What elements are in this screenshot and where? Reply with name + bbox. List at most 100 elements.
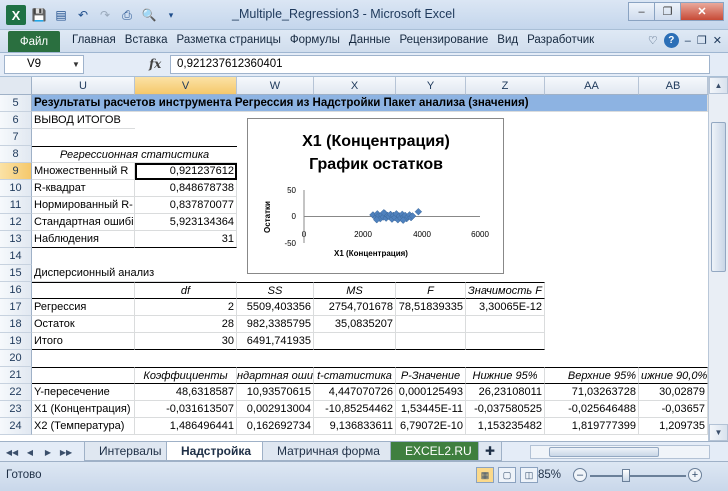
scroll-down-icon[interactable]: ▼ <box>709 424 728 441</box>
column-header-u[interactable]: U <box>32 77 135 95</box>
vertical-scrollbar[interactable]: ▲ ▼ <box>708 77 728 441</box>
coef-value[interactable]: 26,23108011 <box>466 384 545 401</box>
anova-header[interactable]: MS <box>314 282 396 299</box>
column-header-x[interactable]: X <box>314 77 396 95</box>
print-preview-icon[interactable]: ▤ <box>52 6 70 24</box>
row-header[interactable]: 19 <box>0 333 32 350</box>
tab-home[interactable]: Главная <box>72 34 116 46</box>
minimize-ribbon-icon[interactable]: ♡ <box>648 34 658 47</box>
anova-value[interactable] <box>396 333 466 350</box>
coef-header[interactable]: андартная ошиб <box>237 367 314 384</box>
page-break-view-icon[interactable]: ◫ <box>520 467 538 483</box>
help-icon[interactable]: ? <box>663 33 679 48</box>
coef-value[interactable]: 10,93570615 <box>237 384 314 401</box>
tab-developer[interactable]: Разработчик <box>527 34 594 46</box>
anova-label[interactable]: Регрессия <box>32 299 135 316</box>
tab-insert[interactable]: Вставка <box>125 34 168 46</box>
row-header[interactable]: 22 <box>0 384 32 401</box>
row-header[interactable]: 12 <box>0 214 32 231</box>
anova-title-cell[interactable]: Дисперсионный анализ <box>32 265 237 282</box>
residual-point[interactable] <box>414 207 423 216</box>
ribbon-close-icon[interactable]: ✕ <box>713 34 722 47</box>
coef-value[interactable]: -0,025646488 <box>545 401 639 418</box>
anova-label[interactable]: Итого <box>32 333 135 350</box>
stat-label[interactable]: Стандартная ошибі <box>32 214 135 231</box>
coef-header[interactable]: Коэффициенты <box>135 367 237 384</box>
tab-view[interactable]: Вид <box>497 34 518 46</box>
zoom-level[interactable]: 85% <box>538 469 561 481</box>
coef-value[interactable]: 1,819777399 <box>545 418 639 435</box>
minimize-button[interactable]: – <box>628 2 655 21</box>
stat-label[interactable]: R-квадрат <box>32 180 135 197</box>
coef-header[interactable]: ижние 90,0% <box>639 367 708 384</box>
coef-value[interactable]: 0,002913004 <box>237 401 314 418</box>
restore-button[interactable]: ❐ <box>654 2 681 21</box>
column-header-aa[interactable]: AA <box>545 77 639 95</box>
coef-label[interactable]: X1 (Концентрация) <box>32 401 135 418</box>
stat-label[interactable]: Множественный R <box>32 163 135 180</box>
coef-header[interactable] <box>32 367 135 384</box>
coef-header[interactable]: Верхние 95% <box>545 367 639 384</box>
insert-function-icon[interactable]: fx <box>149 57 161 71</box>
customize-qat-icon[interactable]: ▾ <box>162 6 180 24</box>
anova-value[interactable]: 35,0835207 <box>314 316 396 333</box>
sheet-tab-matrix[interactable]: Матричная форма <box>262 442 395 461</box>
row-header[interactable]: 20 <box>0 350 32 367</box>
coef-value[interactable]: 71,03263728 <box>545 384 639 401</box>
anova-value[interactable]: 6491,741935 <box>237 333 314 350</box>
row-header[interactable]: 14 <box>0 248 32 265</box>
zoom-slider-knob[interactable] <box>622 469 630 482</box>
column-header-ab[interactable]: AB <box>639 77 708 95</box>
column-header-v[interactable]: V <box>135 77 237 95</box>
page-layout-view-icon[interactable]: ▢ <box>498 467 516 483</box>
coef-value[interactable]: 1,486496441 <box>135 418 237 435</box>
active-cell-v9[interactable]: 0,921237612 <box>135 163 237 180</box>
stat-value[interactable]: 31 <box>135 231 237 248</box>
save-icon[interactable]: 💾 <box>30 6 48 24</box>
coef-value[interactable]: 1,153235482 <box>466 418 545 435</box>
residual-plot-chart[interactable]: X1 (Концентрация) График остатков Остатк… <box>247 118 504 274</box>
row-header[interactable]: 24 <box>0 418 32 435</box>
scroll-up-icon[interactable]: ▲ <box>709 77 728 94</box>
anova-value[interactable]: 78,51839335 <box>396 299 466 316</box>
sheet-tab-addin[interactable]: Надстройка <box>166 442 267 461</box>
anova-header[interactable]: df <box>135 282 237 299</box>
name-box-dropdown-icon[interactable]: ▼ <box>72 60 80 69</box>
sheet-tab-intervals[interactable]: Интервалы <box>84 442 177 461</box>
formula-input[interactable]: 0,921237612360401 <box>170 55 710 74</box>
anova-value[interactable]: 5509,403356 <box>237 299 314 316</box>
tab-page-layout[interactable]: Разметка страницы <box>177 34 281 46</box>
row-header[interactable]: 23 <box>0 401 32 418</box>
coef-value[interactable]: 9,136833611 <box>314 418 396 435</box>
zoom-slider[interactable] <box>590 475 686 477</box>
zoom-out-icon[interactable]: – <box>573 468 587 482</box>
column-header-z[interactable]: Z <box>466 77 545 95</box>
anova-value[interactable]: 30 <box>135 333 237 350</box>
anova-label[interactable]: Остаток <box>32 316 135 333</box>
anova-value[interactable]: 2754,701678 <box>314 299 396 316</box>
coef-value[interactable]: 0,162692734 <box>237 418 314 435</box>
stat-label[interactable]: Наблюдения <box>32 231 135 248</box>
anova-value[interactable] <box>314 333 396 350</box>
coef-value[interactable]: -10,85254462 <box>314 401 396 418</box>
zoom-in-icon[interactable]: + <box>688 468 702 482</box>
close-button[interactable]: ✕ <box>680 2 724 21</box>
sheet-tab-excel2ru[interactable]: EXCEL2.RU <box>390 442 487 461</box>
row-header[interactable]: 11 <box>0 197 32 214</box>
anova-value[interactable]: 3,30065E-12 <box>466 299 545 316</box>
tab-file[interactable]: Файл <box>8 31 60 52</box>
coef-label[interactable]: Y-пересечение <box>32 384 135 401</box>
coef-header[interactable]: t-статистика <box>314 367 396 384</box>
ribbon-minimize-icon[interactable]: – <box>685 35 691 47</box>
row-header[interactable]: 18 <box>0 316 32 333</box>
row-header[interactable]: 21 <box>0 367 32 384</box>
row-header[interactable]: 10 <box>0 180 32 197</box>
stat-value[interactable]: 0,848678738 <box>135 180 237 197</box>
coef-value[interactable]: 48,6318587 <box>135 384 237 401</box>
anova-header[interactable] <box>32 282 135 299</box>
horizontal-scroll-thumb[interactable] <box>549 447 659 457</box>
last-sheet-icon[interactable]: ▶▶ <box>58 445 74 459</box>
row-header[interactable]: 8 <box>0 146 32 163</box>
anova-value[interactable]: 982,3385795 <box>237 316 314 333</box>
row-header[interactable]: 6 <box>0 112 32 129</box>
